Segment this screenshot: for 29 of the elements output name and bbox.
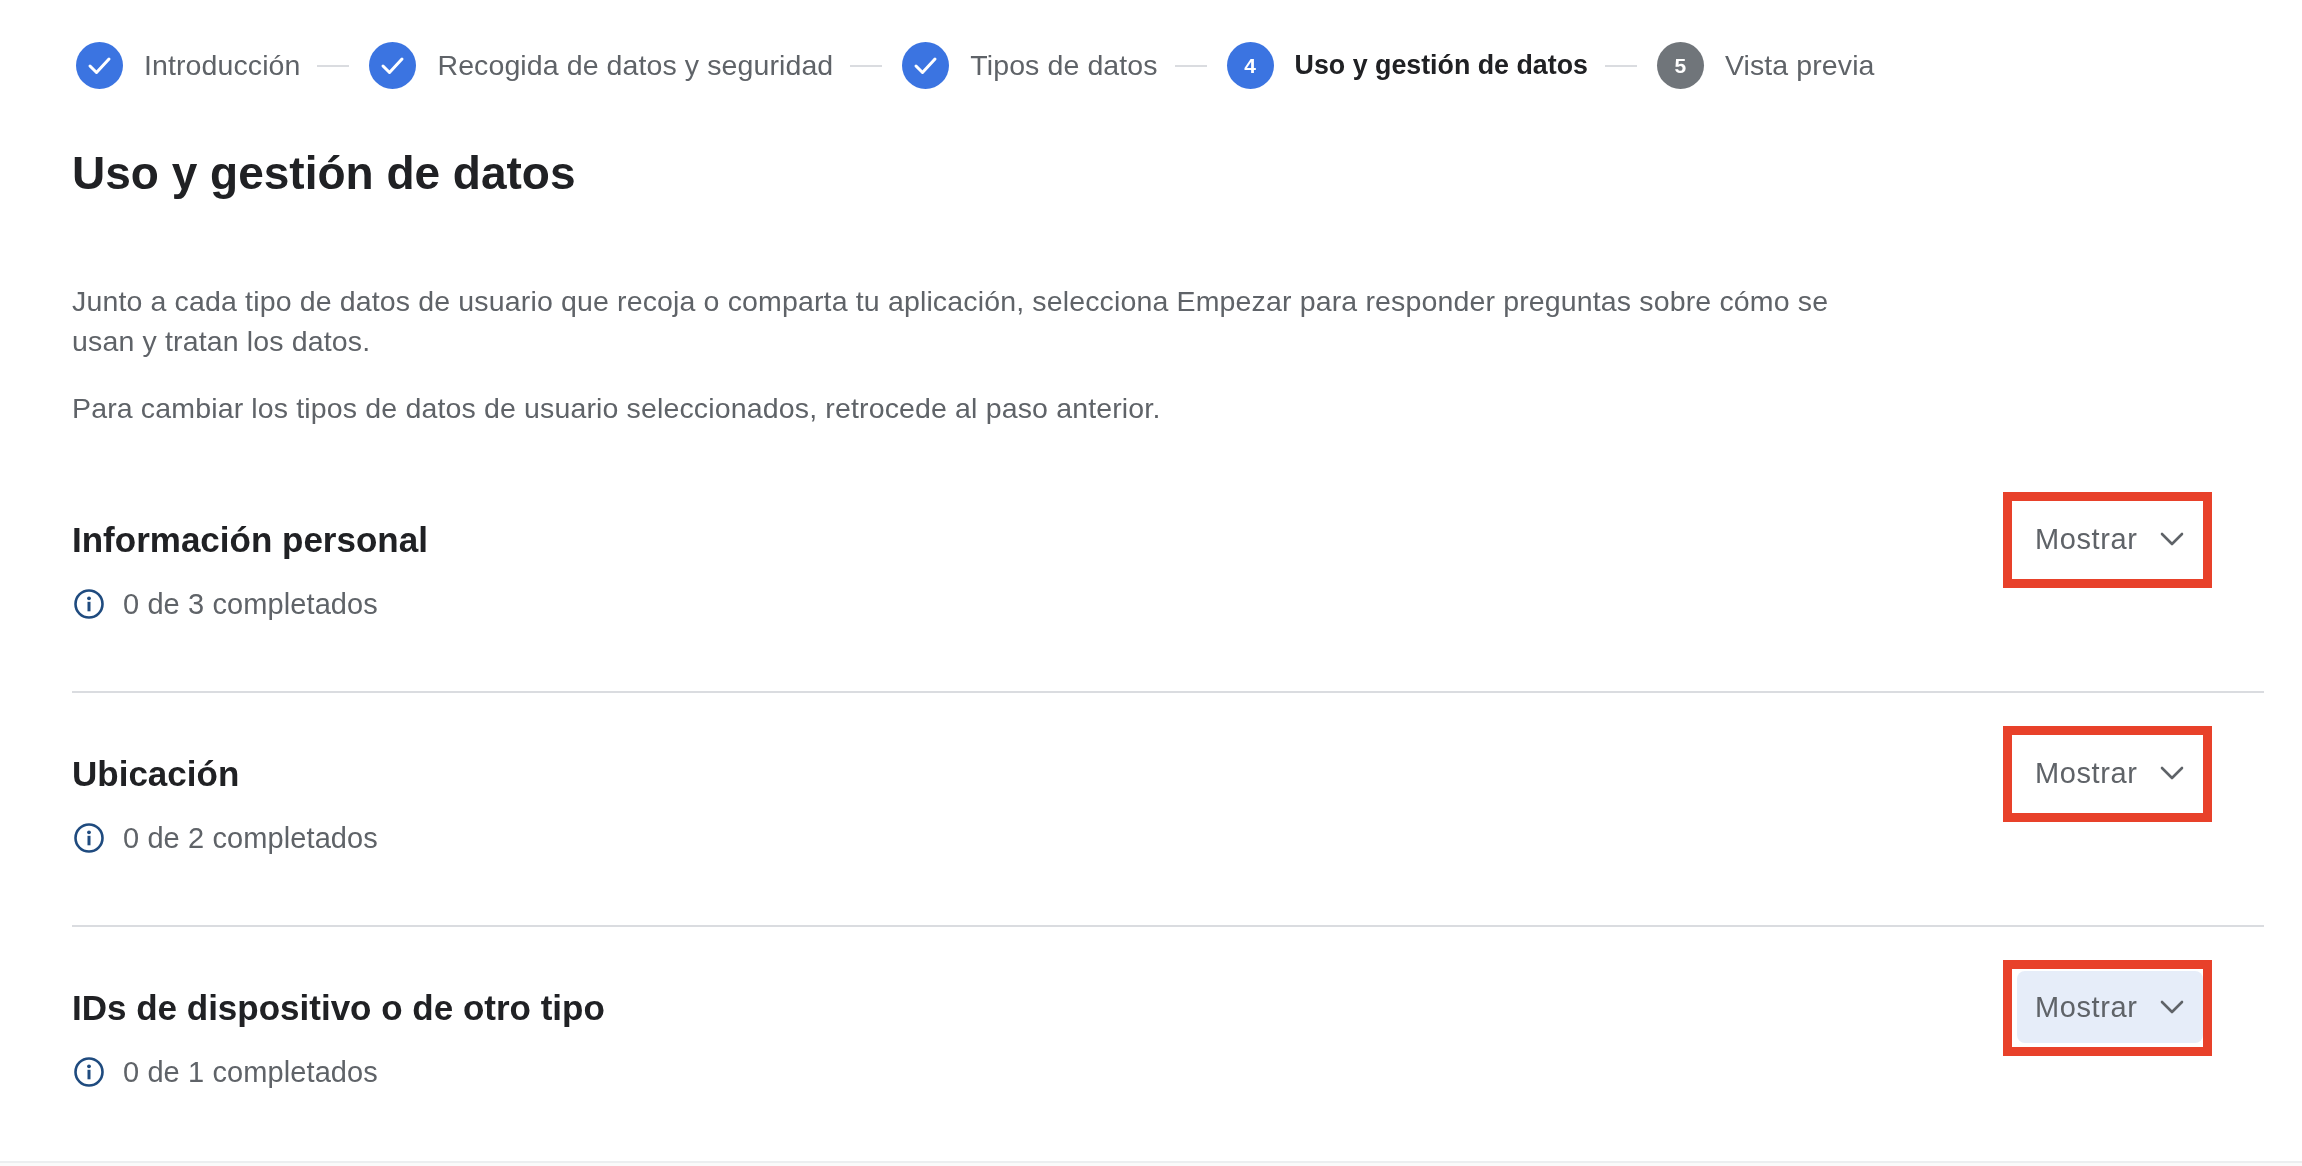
step-label: Introducción xyxy=(144,49,301,82)
section-title: Ubicación xyxy=(72,753,241,795)
progress-text: 0 de 2 completados xyxy=(123,822,378,854)
show-button[interactable]: Mostrar xyxy=(2017,503,2203,575)
progress-text: 0 de 3 completados xyxy=(123,588,378,620)
step-connector xyxy=(1604,64,1637,67)
step-number: 4 xyxy=(1226,42,1274,89)
step-label: Recogida de datos y seguridad xyxy=(437,49,834,82)
chevron-down-icon xyxy=(2159,1000,2184,1014)
chevron-down-icon xyxy=(2159,766,2184,780)
step-connector xyxy=(850,64,883,67)
info-icon xyxy=(74,823,104,853)
description-text: Para cambiar los tipos de datos de usuario seleccionados, retrocede al paso anterior. xyxy=(72,391,1162,426)
section-title: Información personal xyxy=(72,519,429,561)
step-label: Uso y gestión de datos xyxy=(1294,50,1588,81)
description-text: Junto a cada tipo de datos de usuario que recoja o comparta tu aplicación, selecciona Empezar para responder preguntas sobre cómo se usan y tratan los datos. xyxy=(72,284,1830,359)
info-icon xyxy=(74,1057,104,1087)
step-label: Vista previa xyxy=(1724,49,1875,82)
info-icon xyxy=(74,589,104,619)
progress-text: 0 de 1 completados xyxy=(123,1056,378,1088)
chevron-down-icon xyxy=(2159,532,2184,546)
step-label: Tipos de datos xyxy=(970,49,1158,82)
show-button[interactable]: Mostrar xyxy=(2017,737,2203,809)
show-button[interactable]: Mostrar xyxy=(2017,971,2203,1043)
section-title: IDs de dispositivo o de otro tipo xyxy=(72,987,606,1029)
step-connector xyxy=(1174,64,1207,67)
page-title: Uso y gestión de datos xyxy=(72,146,577,201)
step-connector xyxy=(317,64,350,67)
step-number: 5 xyxy=(1656,42,1704,89)
